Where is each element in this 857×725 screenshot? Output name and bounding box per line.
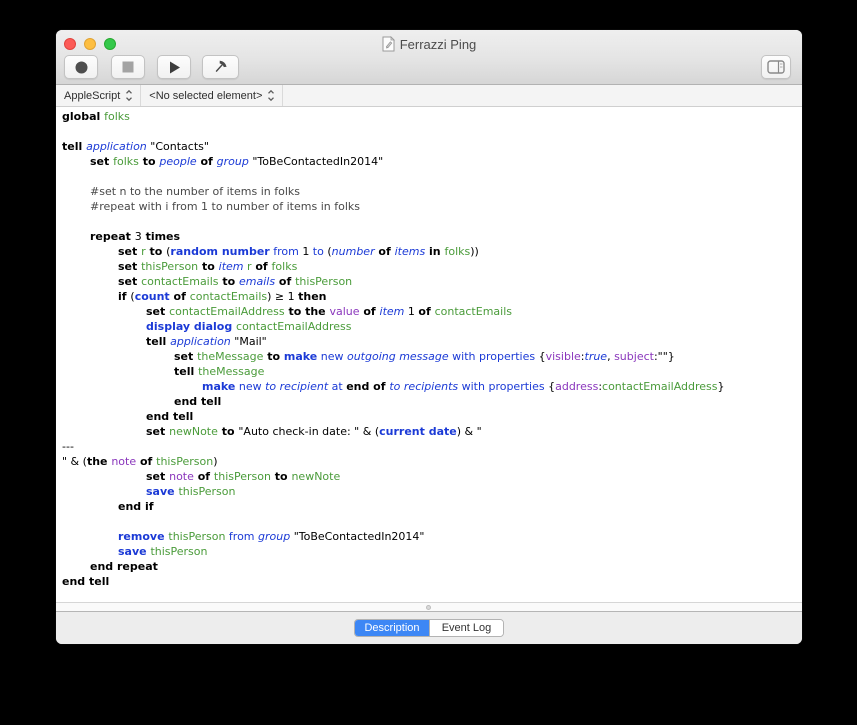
code-line: save thisPerson	[56, 544, 802, 559]
code-line	[56, 124, 802, 139]
code-line: tell theMessage	[56, 364, 802, 379]
element-popup-label: <No selected element>	[149, 90, 262, 102]
element-popup[interactable]: <No selected element>	[141, 85, 283, 106]
code-line	[56, 214, 802, 229]
traffic-lights	[64, 38, 116, 50]
code-line: " & (the note of thisPerson)	[56, 454, 802, 469]
code-line: tell application "Contacts"	[56, 139, 802, 154]
code-line: end repeat	[56, 559, 802, 574]
stop-icon	[121, 60, 135, 74]
code-line	[56, 169, 802, 184]
popup-chevrons-icon	[125, 89, 133, 102]
code-line	[56, 514, 802, 529]
run-icon	[167, 60, 182, 75]
bottom-tabs: Description Event Log	[354, 619, 504, 637]
record-button[interactable]	[64, 55, 98, 79]
code-line: end tell	[56, 409, 802, 424]
code-line: set theMessage to make new outgoing mess…	[56, 349, 802, 364]
script-editor-window: Ferrazzi Ping	[56, 30, 802, 644]
splitter-handle[interactable]	[56, 602, 802, 612]
window-title: Ferrazzi Ping	[400, 37, 477, 52]
record-icon	[74, 60, 89, 75]
code-line: save thisPerson	[56, 484, 802, 499]
code-line: end if	[56, 499, 802, 514]
minimize-button[interactable]	[84, 38, 96, 50]
language-popup-label: AppleScript	[64, 90, 120, 102]
code-line: make new to recipient at end of to recip…	[56, 379, 802, 394]
close-button[interactable]	[64, 38, 76, 50]
stop-button[interactable]	[111, 55, 145, 79]
code-line: #repeat with i from 1 to number of items…	[56, 199, 802, 214]
code-line: #set n to the number of items in folks	[56, 184, 802, 199]
code-line: tell application "Mail"	[56, 334, 802, 349]
title-area: Ferrazzi Ping	[56, 34, 802, 54]
run-button[interactable]	[157, 55, 191, 79]
tab-event-log[interactable]: Event Log	[429, 620, 503, 636]
tab-description[interactable]: Description	[355, 620, 429, 636]
code-line: set folks to people of group "ToBeContac…	[56, 154, 802, 169]
code-line: display dialog contactEmailAddress	[56, 319, 802, 334]
toggle-accessory-view-button[interactable]	[761, 55, 791, 79]
navigation-bar: AppleScript <No selected element>	[56, 85, 802, 107]
code-line: set note of thisPerson to newNote	[56, 469, 802, 484]
code-line: set thisPerson to item r of folks	[56, 259, 802, 274]
code-line: set r to (random number from 1 to (numbe…	[56, 244, 802, 259]
splitter-dimple-icon	[426, 605, 431, 610]
hammer-icon	[212, 58, 230, 76]
code-line: set newNote to "Auto check-in date: " & …	[56, 424, 802, 439]
document-icon	[382, 36, 395, 52]
language-popup[interactable]: AppleScript	[56, 85, 141, 106]
compile-button[interactable]	[202, 55, 239, 79]
code-line: ---	[56, 439, 802, 454]
code-line: end tell	[56, 574, 802, 589]
code-line: end tell	[56, 394, 802, 409]
code-line: if (count of contactEmails) ≥ 1 then	[56, 289, 802, 304]
code-line: global folks	[56, 109, 802, 124]
zoom-button[interactable]	[104, 38, 116, 50]
code-line: set contactEmailAddress to the value of …	[56, 304, 802, 319]
accessory-view-icon	[767, 60, 785, 74]
code-line: remove thisPerson from group "ToBeContac…	[56, 529, 802, 544]
code-line: repeat 3 times	[56, 229, 802, 244]
bottom-bar: Description Event Log	[56, 612, 802, 644]
code-line: set contactEmails to emails of thisPerso…	[56, 274, 802, 289]
popup-chevrons-icon	[267, 89, 275, 102]
title-bar[interactable]: Ferrazzi Ping	[56, 30, 802, 85]
script-editor[interactable]: global folks tell application "Contacts"…	[56, 107, 802, 602]
